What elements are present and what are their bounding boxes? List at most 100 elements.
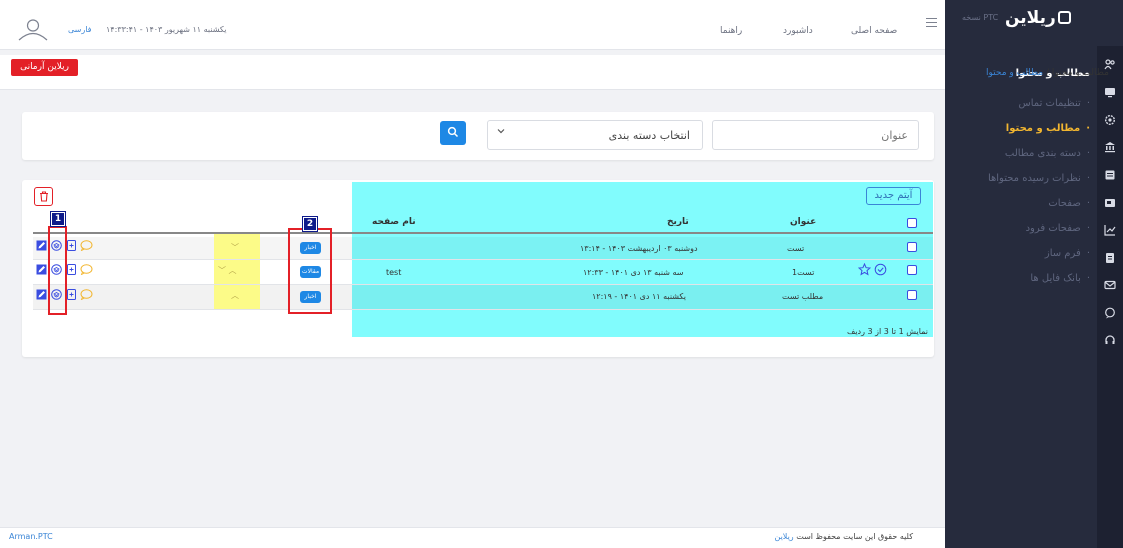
copyright-link[interactable]: ریلاین [774,532,793,541]
column-header-date[interactable]: تاریخ [667,217,689,227]
sidebar-item-label: تنظیمات تماس [1018,98,1081,109]
category-select-value: انتخاب دسته بندی [608,129,690,142]
copyright-text: کلیه حقوق این سایت محفوظ است [796,532,913,541]
bullet-icon: · [1086,148,1090,159]
add-file-icon[interactable] [66,289,77,300]
add-file-icon[interactable] [66,264,77,275]
row-divider [33,259,933,260]
header-datetime: یکشنبه ۱۱ شهریور ۱۴۰۳ - ۱۴:۳۳:۴۱ [106,25,227,34]
row-date: یکشنبه ۱۱ دی ۱۴۰۱ - ۱۲:۱۹ [592,292,687,301]
sidebar-item-label: بانک فایل ها [1030,273,1081,284]
star-icon[interactable] [857,262,872,276]
hamburger-icon[interactable] [926,18,937,27]
sort-up-button[interactable]: ︿ [231,290,239,301]
annotation-marker-2: 2 [302,216,318,232]
chart-icon[interactable] [1104,224,1116,236]
headset-icon[interactable] [1104,334,1116,346]
comment-icon[interactable] [80,264,93,276]
table-header-divider [33,232,933,234]
logo-mark-icon [1057,11,1071,24]
annotation-box-1 [48,226,67,315]
annotation-box-2 [288,228,332,314]
nav-home[interactable]: صفحه اصلی [851,26,897,36]
delete-button[interactable] [34,187,53,206]
bullet-icon: · [1086,173,1090,184]
sidebar-item-label: صفحات [1048,198,1081,209]
comment-icon[interactable] [80,240,93,252]
user-avatar-icon[interactable] [17,19,49,44]
sidebar-item-content[interactable]: مطالب و محتوا · [960,123,1090,134]
trash-icon [39,191,48,202]
monitor-icon[interactable] [1104,86,1116,98]
sidebar-item-contact-settings[interactable]: تنظیمات تماس · [960,98,1090,109]
annotation-marker-1: 1 [50,211,66,227]
bullet-icon: · [1086,198,1090,209]
nav-dashboard[interactable]: داشبورد [783,26,813,36]
sidebar-item-label: صفحات فرود [1025,223,1081,234]
breadcrumb-separator: / [1045,68,1050,78]
chat-icon[interactable] [1104,307,1116,319]
add-file-icon[interactable] [66,240,77,251]
breadcrumb-bar [0,55,945,90]
new-item-button[interactable]: آیتم جدید [866,187,921,205]
sidebar-item-label: نظرات رسیده محتواها [987,173,1081,184]
brand-button[interactable]: ریلاین آرمانی [11,59,78,76]
sidebar-item-categories[interactable]: دسته بندی مطالب · [960,148,1090,159]
row-page-name: test [386,268,402,277]
row-divider [33,309,933,310]
check-circle-icon[interactable] [874,263,887,276]
edit-icon[interactable] [36,289,47,300]
sidebar-item-landing-pages[interactable]: صفحات فرود · [960,223,1090,234]
bullet-icon: · [1086,273,1090,284]
bullet-icon: · [1086,248,1090,259]
sidebar-item-file-bank[interactable]: بانک فایل ها · [960,273,1090,284]
sidebar-item-form-builder[interactable]: فرم ساز · [960,248,1090,259]
row-checkbox[interactable] [907,242,917,252]
row-date: دوشنبه ۰۳ اردیبهشت ۱۴۰۳ - ۱۳:۱۴ [580,244,698,253]
comment-icon[interactable] [80,289,93,301]
media-icon[interactable] [1104,197,1116,209]
breadcrumb: مطالب و محتوا / مطالب و محتوا [986,68,1109,78]
footer-copyright: کلیه حقوق این سایت محفوظ است ریلاین [774,532,913,541]
sidebar-item-label: فرم ساز [1044,248,1081,259]
mail-icon[interactable] [1104,279,1116,291]
title-search-input[interactable] [712,120,919,150]
search-button[interactable] [440,121,466,145]
category-select[interactable]: انتخاب دسته بندی [487,120,703,150]
sort-down-button[interactable]: ﹀ [231,242,239,253]
row-divider [33,284,933,285]
row-checkbox[interactable] [907,290,917,300]
sidebar-item-label: مطالب و محتوا [1005,123,1081,134]
select-all-checkbox[interactable] [907,218,917,228]
search-icon [447,126,459,138]
sidebar-item-comments[interactable]: نظرات رسیده محتواها · [960,173,1090,184]
column-header-title[interactable]: عنوان [790,217,816,227]
table-info: نمایش 1 تا 3 از 3 ردیف [847,327,928,336]
sort-buttons[interactable]: ﹀ ︿ [218,265,237,276]
row-checkbox[interactable] [907,265,917,275]
edit-icon[interactable] [36,264,47,275]
breadcrumb-current[interactable]: مطالب و محتوا [986,68,1043,78]
settings-icon[interactable] [1104,114,1116,126]
row-date: سه شنبه ۱۳ دی ۱۴۰۱ - ۱۲:۳۳ [583,268,684,277]
logo-text: ریلاین [1005,8,1056,28]
chevron-down-icon [497,127,505,138]
row-title: تست1 [792,268,815,277]
row-title: تست [787,244,805,253]
version-label: نسخه PTC [962,13,999,22]
column-header-page-name[interactable]: نام صفحه [372,217,416,227]
bullet-icon: · [1086,123,1090,134]
logo[interactable]: ریلاین [1005,8,1071,28]
language-switch[interactable]: فارسی [68,25,92,34]
file-icon[interactable] [1104,252,1116,264]
bullet-icon: · [1086,98,1090,109]
icon-rail [1097,46,1123,548]
bullet-icon: · [1086,223,1090,234]
bank-icon[interactable] [1104,141,1116,153]
sidebar-item-pages[interactable]: صفحات · [960,198,1090,209]
edit-icon[interactable] [36,240,47,251]
nav-help[interactable]: راهنما [720,26,742,36]
footer-brand[interactable]: Arman.PTC [9,532,53,541]
list-icon[interactable] [1104,169,1116,181]
breadcrumb-root: مطالب و محتوا [1051,68,1109,78]
